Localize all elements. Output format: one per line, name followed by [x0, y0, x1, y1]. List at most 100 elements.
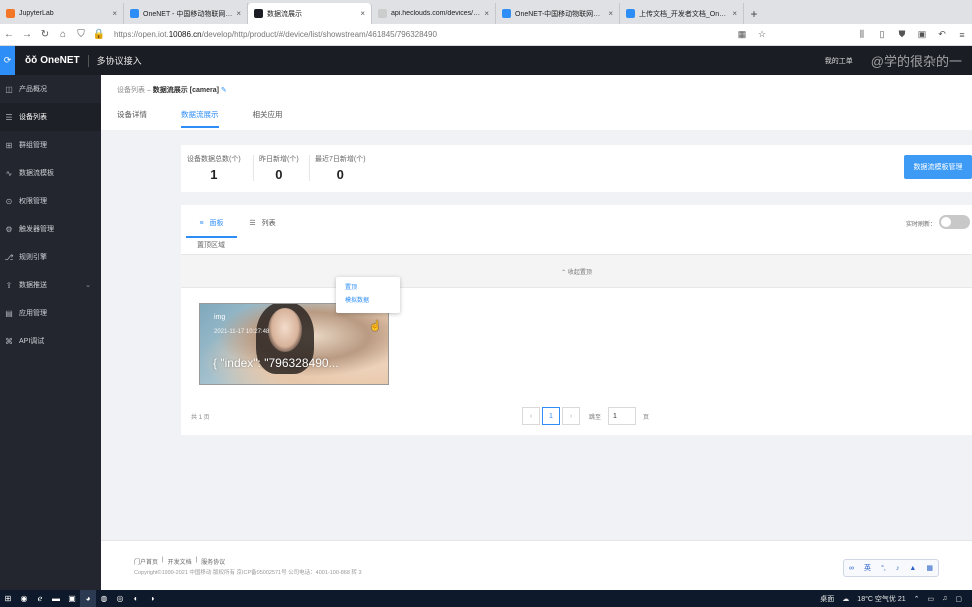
taskbar-app-icon[interactable]: ◑ [144, 590, 160, 607]
my-ticket-link[interactable]: 我的工单 [825, 56, 853, 66]
address-bar: ← → ↻ ⌂ ⛉ 🔒 https://open.iot. 10086.cn/de… [0, 24, 972, 46]
ime-grid-icon[interactable]: ▦ [926, 564, 933, 572]
taskbar-app-icon[interactable]: ◍ [96, 590, 112, 607]
taskbar-folder-icon[interactable]: ▬ [48, 590, 64, 607]
close-tab-icon[interactable]: × [732, 9, 737, 18]
ime-lang-toggle[interactable]: 英 [864, 563, 871, 573]
footer-link-home[interactable]: 门户首页 [134, 557, 158, 566]
product-type-label: 多协议接入 [96, 56, 142, 66]
taskbar-app-icon[interactable]: ◐ [128, 590, 144, 607]
back-icon[interactable]: ← [0, 29, 18, 40]
new-tab-icon[interactable]: + [744, 3, 764, 24]
sidebar-item[interactable]: ∿ 数据流模板 [0, 159, 101, 187]
pinned-area-label: 置顶区域 [197, 242, 225, 249]
lock-icon: 🔒 [92, 29, 106, 40]
shield-icon[interactable]: ⛉ [72, 29, 90, 40]
datastream-card-img[interactable]: img 2021-11-17 10:27:48 { "index": "7963… [199, 303, 389, 385]
stat-yesterday-value: 0 [275, 167, 283, 182]
home-icon[interactable]: ⌂ [54, 29, 72, 40]
prev-page-button[interactable]: ‹ [522, 407, 540, 425]
sidebar-item[interactable]: ▤ 应用管理 [0, 299, 101, 327]
footer-separator: | [195, 557, 198, 563]
notification-icon[interactable]: ▢ [955, 595, 962, 603]
browser-tab[interactable]: api.heclouds.com/devices/7963 × [372, 3, 496, 24]
chevron-down-icon[interactable]: ⌄ [85, 281, 91, 289]
ime-voice-icon[interactable]: ♪ [896, 565, 900, 572]
undo-icon[interactable]: ↶ [932, 29, 952, 40]
browser-tab[interactable]: 上传文档_开发者文档_OneNET × [620, 3, 744, 24]
close-tab-icon[interactable]: × [112, 9, 117, 18]
taskbar-terminal-icon[interactable]: ▣ [64, 590, 80, 607]
forward-icon[interactable]: → [18, 29, 36, 40]
library-icon[interactable]: ⫼ [852, 29, 872, 40]
close-tab-icon[interactable]: × [360, 9, 365, 18]
taskbar-ie-icon[interactable]: ℯ [32, 590, 48, 607]
desktop-label[interactable]: 桌面 [820, 594, 834, 604]
breadcrumb-current: 数据流展示 [camera] [152, 87, 219, 94]
tray-arrow-icon[interactable]: ⌃ [914, 595, 920, 603]
edit-icon[interactable]: ✎ [221, 87, 227, 94]
footer-link-docs[interactable]: 开发文档 [168, 557, 192, 566]
next-page-button[interactable]: › [562, 407, 580, 425]
mouse-cursor-icon: ☝ [369, 321, 382, 332]
sidebar-item[interactable]: ◫ 产品概况 [0, 75, 101, 103]
sidebar-item[interactable]: ⊙ 权限管理 [0, 187, 101, 215]
volume-icon[interactable]: ♫ [942, 595, 947, 602]
tab-favicon-icon [6, 9, 15, 18]
sidebar-item[interactable]: ⌘ API调试 [0, 327, 101, 355]
sidebar-icon[interactable]: ▯ [872, 29, 892, 40]
view-tabs: ≡ 面板 ☰ 列表 [186, 215, 288, 238]
menu-icon[interactable]: ≡ [952, 30, 972, 40]
start-icon[interactable]: ⊞ [0, 590, 16, 607]
star-icon[interactable]: ☆ [752, 29, 772, 40]
sidebar-item[interactable]: ⎇ 规则引擎 [0, 243, 101, 271]
sidebar-item[interactable]: ⚙ 触发器管理 [0, 215, 101, 243]
taskbar-firefox-icon[interactable]: ◕ [80, 590, 96, 607]
close-tab-icon[interactable]: × [236, 9, 241, 18]
brand-logo[interactable]: ǒǒ OneNET [25, 55, 80, 66]
tab-device-detail[interactable]: 设备详情 [117, 109, 147, 128]
tab-datastream[interactable]: 数据流展示 [181, 109, 219, 128]
weather-text[interactable]: 18°C 空气优 21 [857, 594, 905, 604]
menu-item-pin[interactable]: 置顶 [336, 282, 400, 295]
footer-links: 门户首页 | 开发文档 | 服务协议 [134, 557, 225, 566]
page-1-button[interactable]: 1 [542, 407, 560, 425]
sidebar-item[interactable]: ⇪ 数据推送 ⌄ [0, 271, 101, 299]
tab-list[interactable]: ☰ 列表 [237, 215, 288, 238]
reload-icon[interactable]: ↻ [36, 29, 54, 40]
browser-tab[interactable]: OneNET - 中国移动物联网开放 × [124, 3, 248, 24]
ime-user-icon[interactable]: ▲ [909, 565, 916, 572]
tab-related-apps[interactable]: 相关应用 [253, 109, 283, 128]
os-taskbar: ⊞ ◉ ℯ ▬ ▣ ◕ ◍ ◎ ◐ ◑ 桌面 ☁ 18°C 空气优 21 ⌃ ▭… [0, 590, 972, 607]
goto-label: 跳至 [589, 415, 602, 421]
extension-icon[interactable]: ▣ [912, 29, 932, 40]
close-tab-icon[interactable]: × [608, 9, 613, 18]
realtime-refresh-toggle[interactable] [939, 215, 970, 229]
browser-tab[interactable]: OneNET-中国移动物联网开放 × [496, 3, 620, 24]
sidebar-item-label: 应用管理 [19, 310, 47, 317]
breadcrumb-parent[interactable]: 设备列表 [117, 87, 145, 94]
tab-panel[interactable]: ≡ 面板 [186, 215, 237, 238]
console-home-icon[interactable]: ⟳ [0, 46, 15, 75]
collapse-pinned-button[interactable]: ⌃ 收起置顶 [181, 254, 972, 288]
network-icon[interactable]: ▭ [928, 595, 935, 603]
ime-logo-icon[interactable]: ∞ [849, 565, 854, 572]
datastream-template-button[interactable]: 数据流模板管理 [904, 155, 972, 179]
qr-icon[interactable]: ▦ [732, 29, 752, 40]
pocket-icon[interactable]: ⛊ [892, 29, 912, 40]
sidebar-item[interactable]: ⊞ 群组管理 [0, 131, 101, 159]
sidebar-item-icon: ▤ [5, 308, 13, 318]
close-tab-icon[interactable]: × [484, 9, 489, 18]
menu-item-simulate[interactable]: 模拟数据 [336, 295, 400, 308]
taskbar-app-icon[interactable]: ◎ [112, 590, 128, 607]
browser-tab[interactable]: JupyterLab × [0, 3, 124, 24]
footer-link-terms[interactable]: 服务协议 [201, 557, 225, 566]
ime-punct-icon[interactable]: °, [881, 565, 886, 572]
goto-page-input[interactable]: 1 [608, 407, 636, 425]
taskbar-app-icon[interactable]: ◉ [16, 590, 32, 607]
url-field[interactable]: https://open.iot. 10086.cn/develop/http/p… [108, 27, 732, 43]
browser-tab[interactable]: 数据流展示 × [248, 3, 372, 24]
sidebar-item[interactable]: ☰ 设备列表 [0, 103, 101, 131]
tab-title: api.heclouds.com/devices/7963 [391, 10, 481, 17]
page-tabs: 设备详情 数据流展示 相关应用 [117, 109, 283, 128]
